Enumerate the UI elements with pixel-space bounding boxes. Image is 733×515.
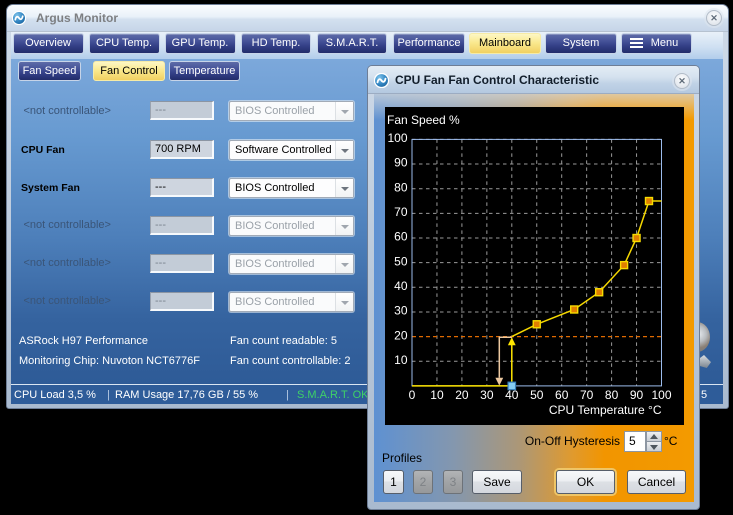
svg-text:60: 60 — [394, 230, 408, 244]
svg-text:10: 10 — [394, 353, 408, 367]
svg-text:100: 100 — [387, 131, 407, 145]
svg-text:30: 30 — [394, 304, 408, 318]
svg-text:70: 70 — [394, 205, 408, 219]
svg-text:100: 100 — [651, 388, 671, 402]
svg-text:90: 90 — [630, 388, 644, 402]
svg-text:70: 70 — [580, 388, 594, 402]
svg-text:30: 30 — [480, 388, 494, 402]
svg-text:50: 50 — [530, 388, 544, 402]
svg-text:40: 40 — [505, 388, 519, 402]
svg-text:60: 60 — [555, 388, 569, 402]
svg-text:0: 0 — [409, 388, 416, 402]
svg-text:20: 20 — [394, 328, 408, 342]
svg-text:40: 40 — [394, 279, 408, 293]
svg-text:90: 90 — [394, 156, 408, 170]
svg-text:50: 50 — [394, 254, 408, 268]
svg-text:80: 80 — [394, 180, 408, 194]
svg-text:Fan Speed %: Fan Speed % — [387, 113, 460, 127]
svg-text:20: 20 — [455, 388, 469, 402]
svg-text:80: 80 — [605, 388, 619, 402]
svg-text:10: 10 — [430, 388, 444, 402]
svg-text:CPU Temperature °C: CPU Temperature °C — [549, 403, 662, 417]
